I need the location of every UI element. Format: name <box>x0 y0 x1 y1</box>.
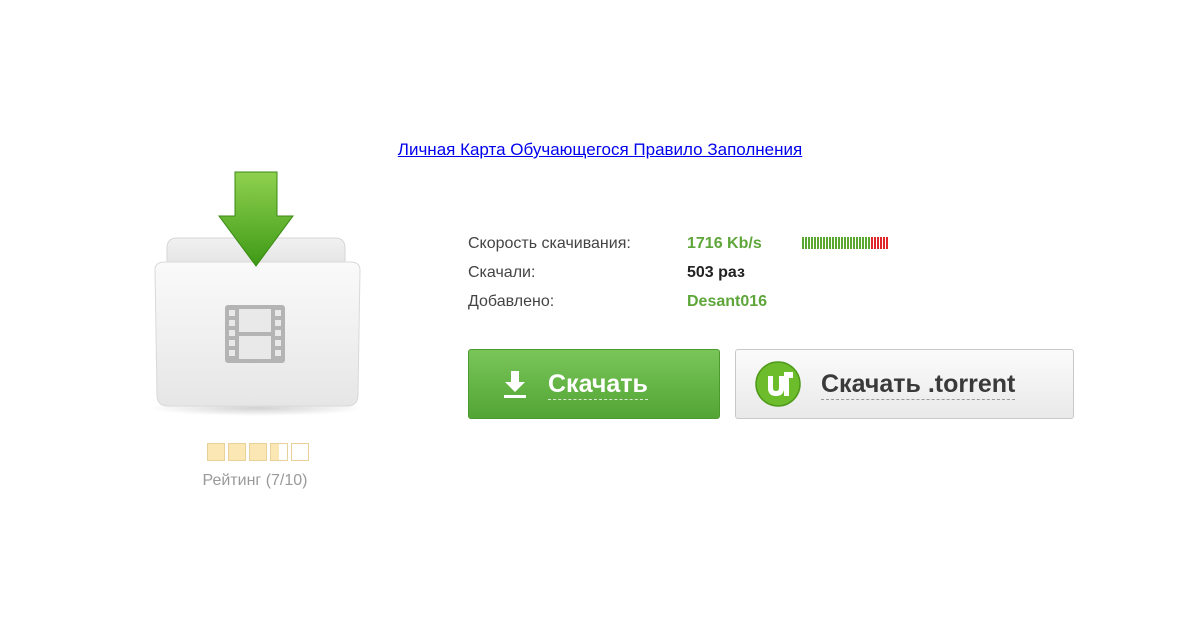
rating-stars[interactable] <box>207 443 309 461</box>
rating-star-fill <box>208 444 224 460</box>
speed-bar-segment <box>850 237 852 249</box>
download-button-label: Скачать <box>548 369 648 400</box>
speed-bar-segment <box>841 237 843 249</box>
speed-bar-segment <box>871 237 873 249</box>
download-button[interactable]: Скачать <box>468 349 720 419</box>
speed-bar-segment <box>805 237 807 249</box>
speed-bar-segment <box>859 237 861 249</box>
speed-bar-segment <box>832 237 834 249</box>
speed-bar-segment <box>835 237 837 249</box>
page-title-link[interactable]: Личная Карта Обучающегося Правило Заполн… <box>0 139 1200 161</box>
speed-label: Скорость скачивания: <box>468 235 631 252</box>
rating-star[interactable] <box>228 443 246 461</box>
speed-bar-segment <box>856 237 858 249</box>
rating: Рейтинг (7/10) <box>180 443 330 491</box>
speed-bar-segment <box>808 237 810 249</box>
speed-bar <box>802 237 888 249</box>
speed-bar-segment <box>847 237 849 249</box>
speed-bar-segment <box>814 237 816 249</box>
speed-bar-segment <box>826 237 828 249</box>
speed-bar-segment <box>844 237 846 249</box>
download-torrent-button[interactable]: Скачать .torrent <box>735 349 1074 419</box>
speed-bar-segment <box>880 237 882 249</box>
speed-bar-segment <box>811 237 813 249</box>
speed-bar-segment <box>829 237 831 249</box>
rating-star[interactable] <box>207 443 225 461</box>
speed-bar-segment <box>820 237 822 249</box>
utorrent-logo-icon <box>755 361 801 407</box>
speed-bar-segment <box>877 237 879 249</box>
speed-bar-segment <box>853 237 855 249</box>
video-file-download-icon <box>145 170 370 420</box>
speed-bar-segment <box>817 237 819 249</box>
speed-bar-segment <box>874 237 876 249</box>
speed-bar-segment <box>838 237 840 249</box>
rating-star-fill <box>271 444 279 460</box>
downloads-value: 503 раз <box>687 264 745 281</box>
added-label: Добавлено: <box>468 293 555 310</box>
rating-star[interactable] <box>249 443 267 461</box>
rating-star-fill <box>229 444 245 460</box>
speed-bar-segment <box>886 237 888 249</box>
rating-star[interactable] <box>291 443 309 461</box>
rating-star[interactable] <box>270 443 288 461</box>
speed-bar-segment <box>862 237 864 249</box>
download-arrow-icon <box>504 371 526 398</box>
speed-bar-segment <box>883 237 885 249</box>
rating-star-fill <box>250 444 266 460</box>
added-by-user: Desant016 <box>687 293 768 310</box>
speed-bar-segment <box>865 237 867 249</box>
speed-bar-segment <box>802 237 804 249</box>
download-torrent-button-label: Скачать .torrent <box>821 369 1016 400</box>
downloads-label: Скачали: <box>468 264 536 281</box>
rating-label: Рейтинг (7/10) <box>202 472 308 489</box>
speed-bar-segment <box>823 237 825 249</box>
speed-value: 1716 Kb/s <box>687 235 762 252</box>
speed-bar-segment <box>868 237 870 249</box>
